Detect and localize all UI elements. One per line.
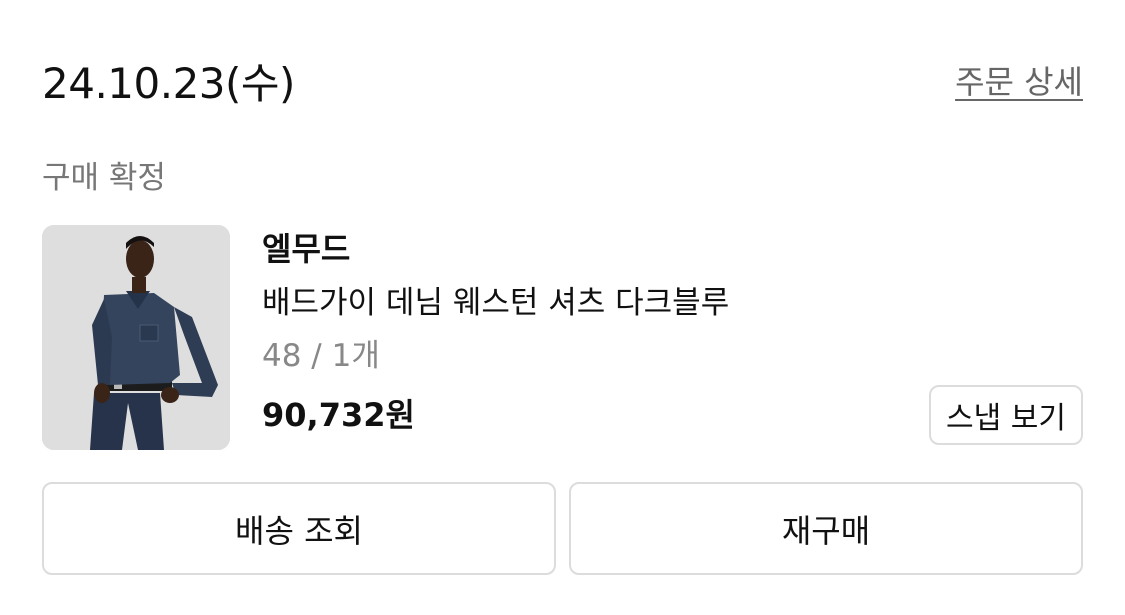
snap-view-button[interactable]: 스냅 보기 (929, 385, 1083, 445)
delivery-tracking-button[interactable]: 배송 조회 (42, 482, 556, 575)
product-option: 48 / 1개 (262, 338, 380, 374)
product-name[interactable]: 배드가이 데님 웨스턴 셔츠 다크블루 (262, 280, 729, 326)
order-date: 24.10.23(수) (42, 59, 295, 108)
order-detail-link[interactable]: 주문 상세 (955, 60, 1083, 104)
brand-name[interactable]: 엘무드 (262, 226, 350, 272)
product-image[interactable] (42, 225, 230, 450)
product-photo (42, 225, 230, 450)
product-price: 90,732원 (262, 396, 415, 434)
reorder-button[interactable]: 재구매 (569, 482, 1083, 575)
order-status: 구매 확정 (42, 160, 166, 196)
order-card: 24.10.23(수) 주문 상세 구매 확정 엘무드 배드가이 데님 웨스턴 … (0, 0, 1125, 615)
